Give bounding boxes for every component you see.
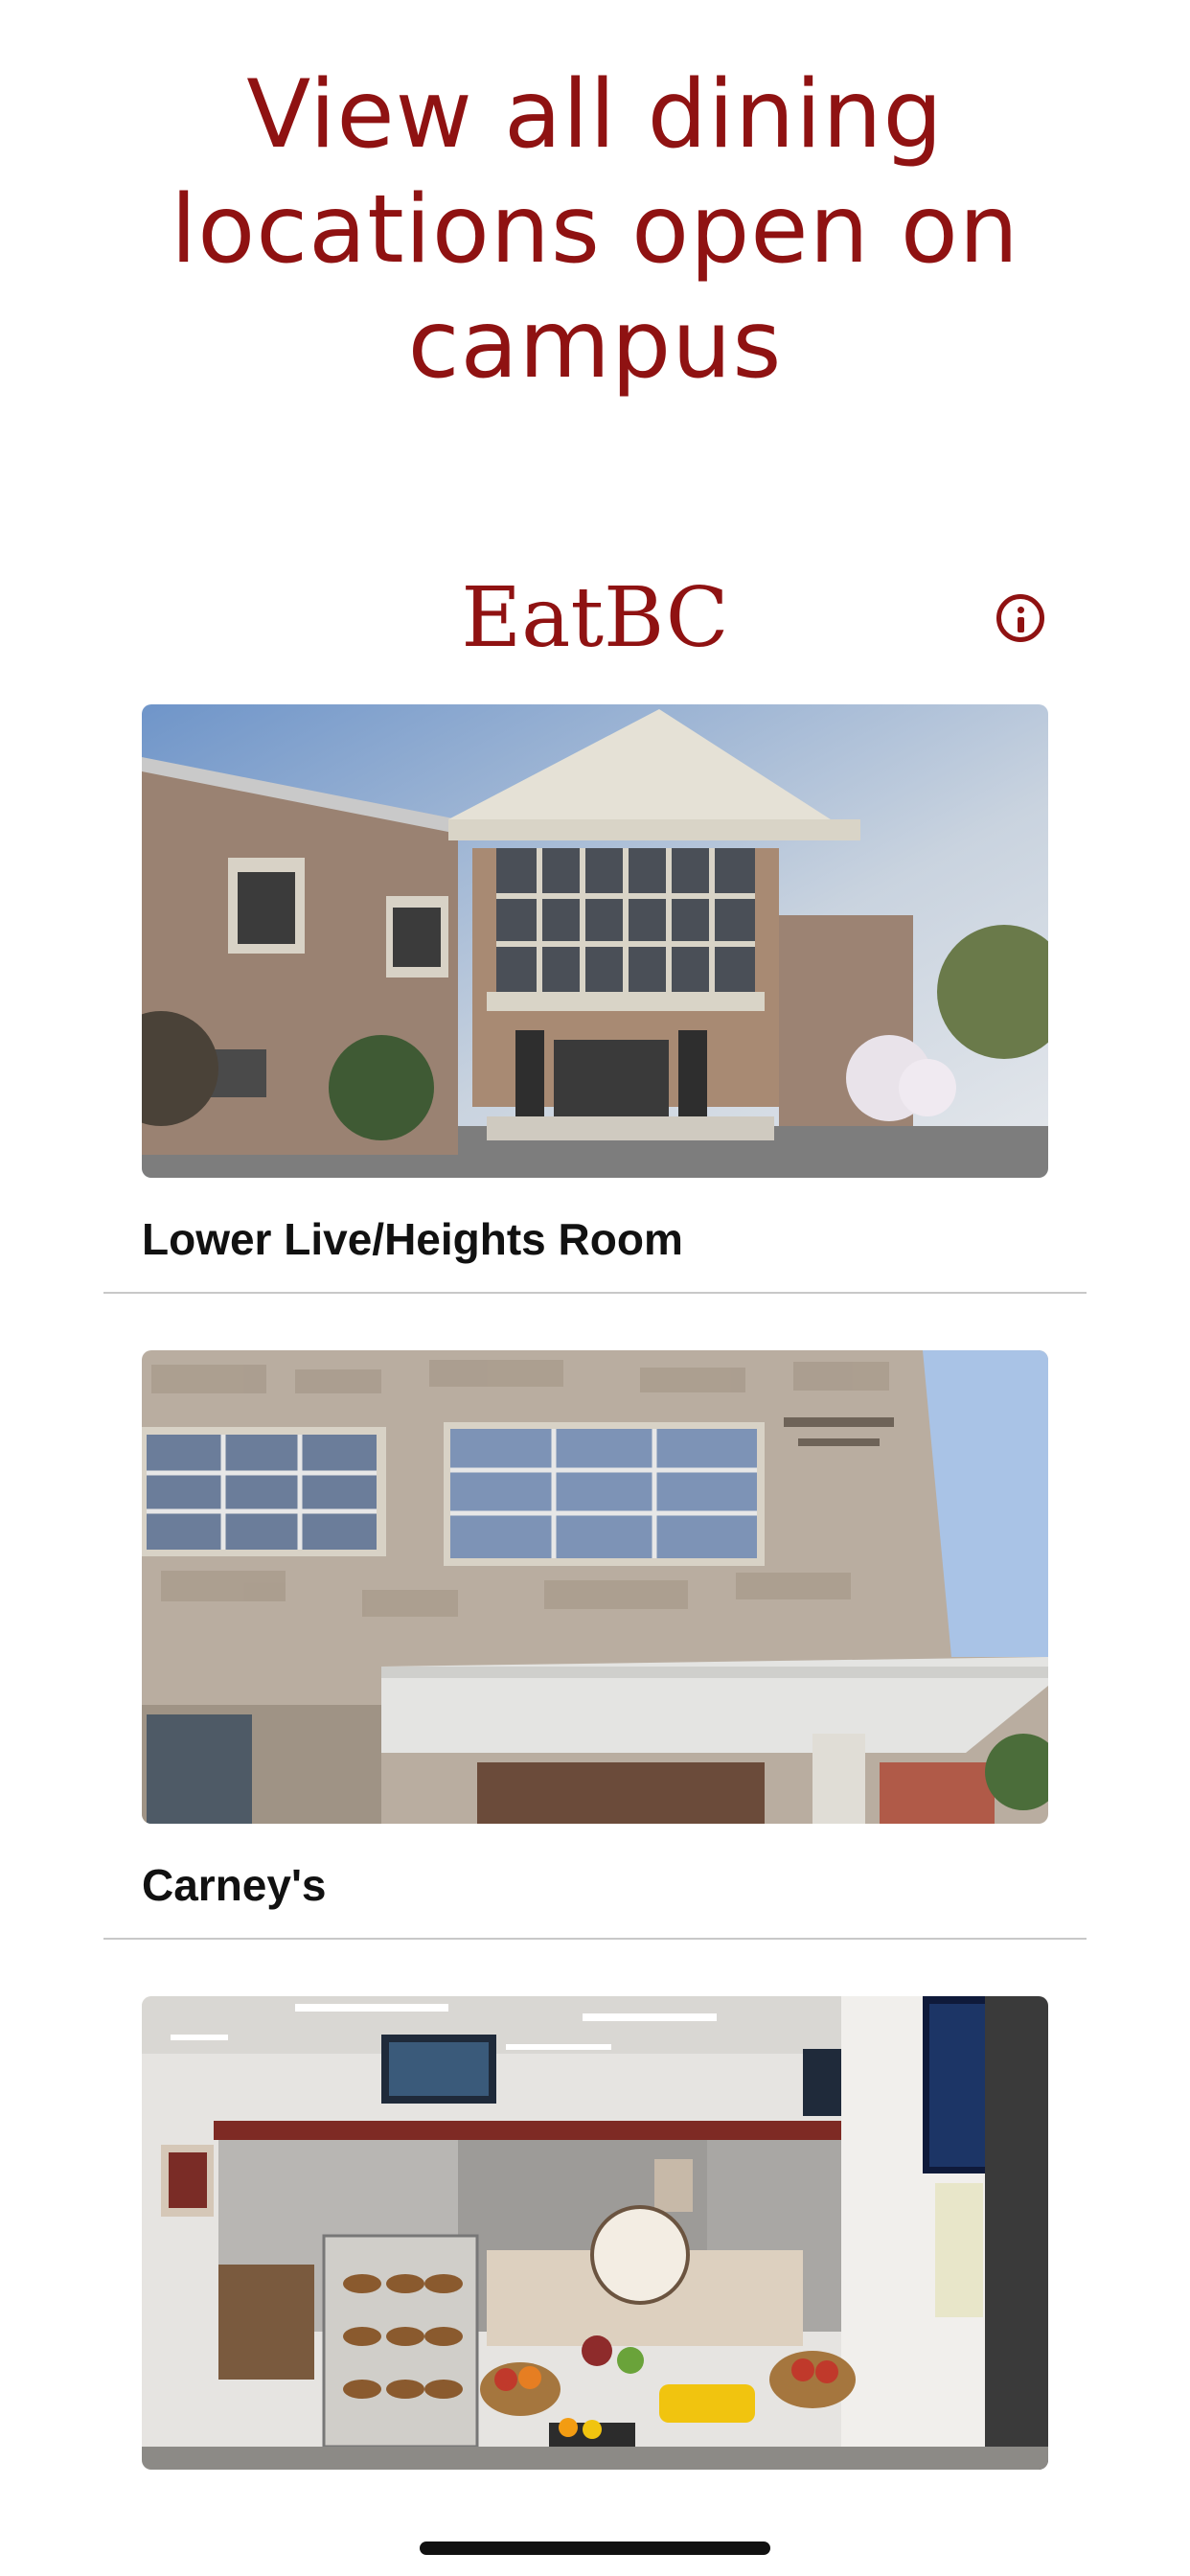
info-icon[interactable] <box>996 594 1044 642</box>
promo-title-line-3: campus <box>407 290 783 400</box>
location-photo-carneys <box>142 1350 1048 1824</box>
mcelroy-commons-photo <box>142 1350 1048 1824</box>
promo-title-line-1: View all dining <box>246 60 944 170</box>
card-divider <box>103 1292 1087 1294</box>
location-name: Lower Live/Heights Room <box>142 1214 683 1264</box>
promo-title: View all dining locations open on campus <box>0 58 1190 402</box>
home-indicator[interactable] <box>420 2542 770 2555</box>
location-photo-3 <box>142 1996 1048 2470</box>
app-header: EatBC <box>0 565 1190 671</box>
location-photo-lower-live <box>142 704 1048 1178</box>
dining-hall-interior-photo <box>142 1996 1048 2470</box>
info-icon-stem <box>1018 617 1024 632</box>
card-divider <box>103 1938 1087 1940</box>
corcoran-commons-photo <box>142 704 1048 1178</box>
promo-title-line-2: locations open on <box>171 175 1019 285</box>
location-name: Carney's <box>142 1860 327 1910</box>
info-icon-dot <box>1018 607 1024 613</box>
